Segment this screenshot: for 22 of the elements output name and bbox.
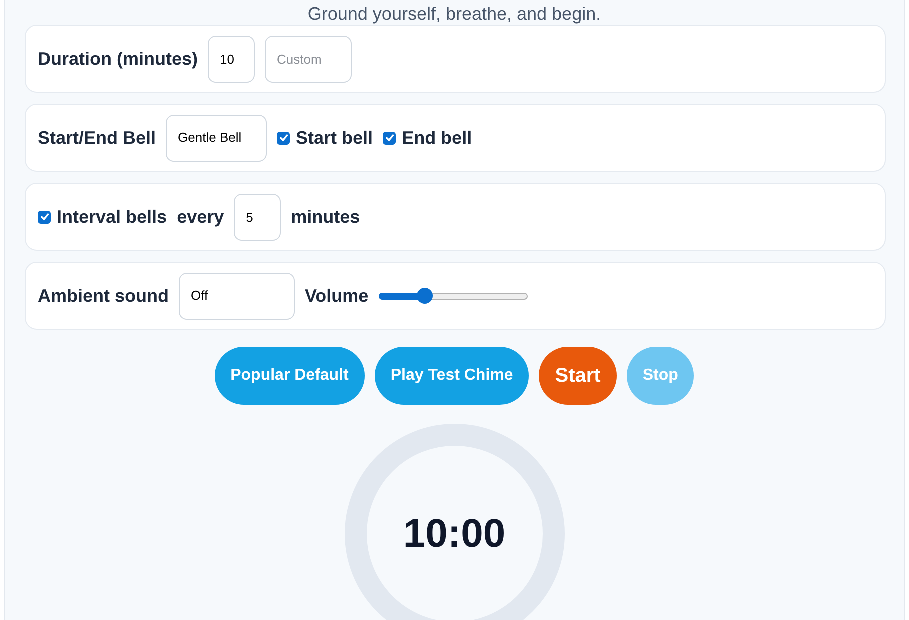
checkbox[interactable]	[383, 132, 396, 144]
checkbox[interactable]	[277, 132, 290, 144]
checkbox-label: End bell	[402, 127, 472, 150]
field-label: every	[177, 206, 224, 229]
dropdown[interactable]: Off	[179, 272, 295, 320]
action-button[interactable]: Start	[539, 347, 617, 405]
dropdown[interactable]: Gentle Bell	[166, 114, 268, 162]
volume-slider[interactable]	[378, 288, 528, 304]
timer-display: 10:00	[403, 511, 506, 557]
subtitle: Ground yourself, breathe, and begin.	[308, 3, 602, 25]
custom-input[interactable]: Custom	[265, 36, 352, 82]
field-label: Ambient sound	[38, 285, 169, 308]
number-input[interactable]: 5	[234, 194, 282, 240]
slider-thumb[interactable]	[416, 288, 433, 304]
checkbox[interactable]	[38, 210, 51, 224]
field-label: Start/End Bell	[38, 127, 156, 150]
number-input[interactable]: 10	[208, 36, 255, 82]
checkbox-label: Start bell	[296, 127, 374, 150]
field-label: Volume	[305, 285, 369, 308]
field-label: Duration (minutes)	[38, 48, 198, 71]
checkbox-label: Interval bells	[57, 206, 168, 229]
field-label: minutes	[291, 206, 360, 229]
